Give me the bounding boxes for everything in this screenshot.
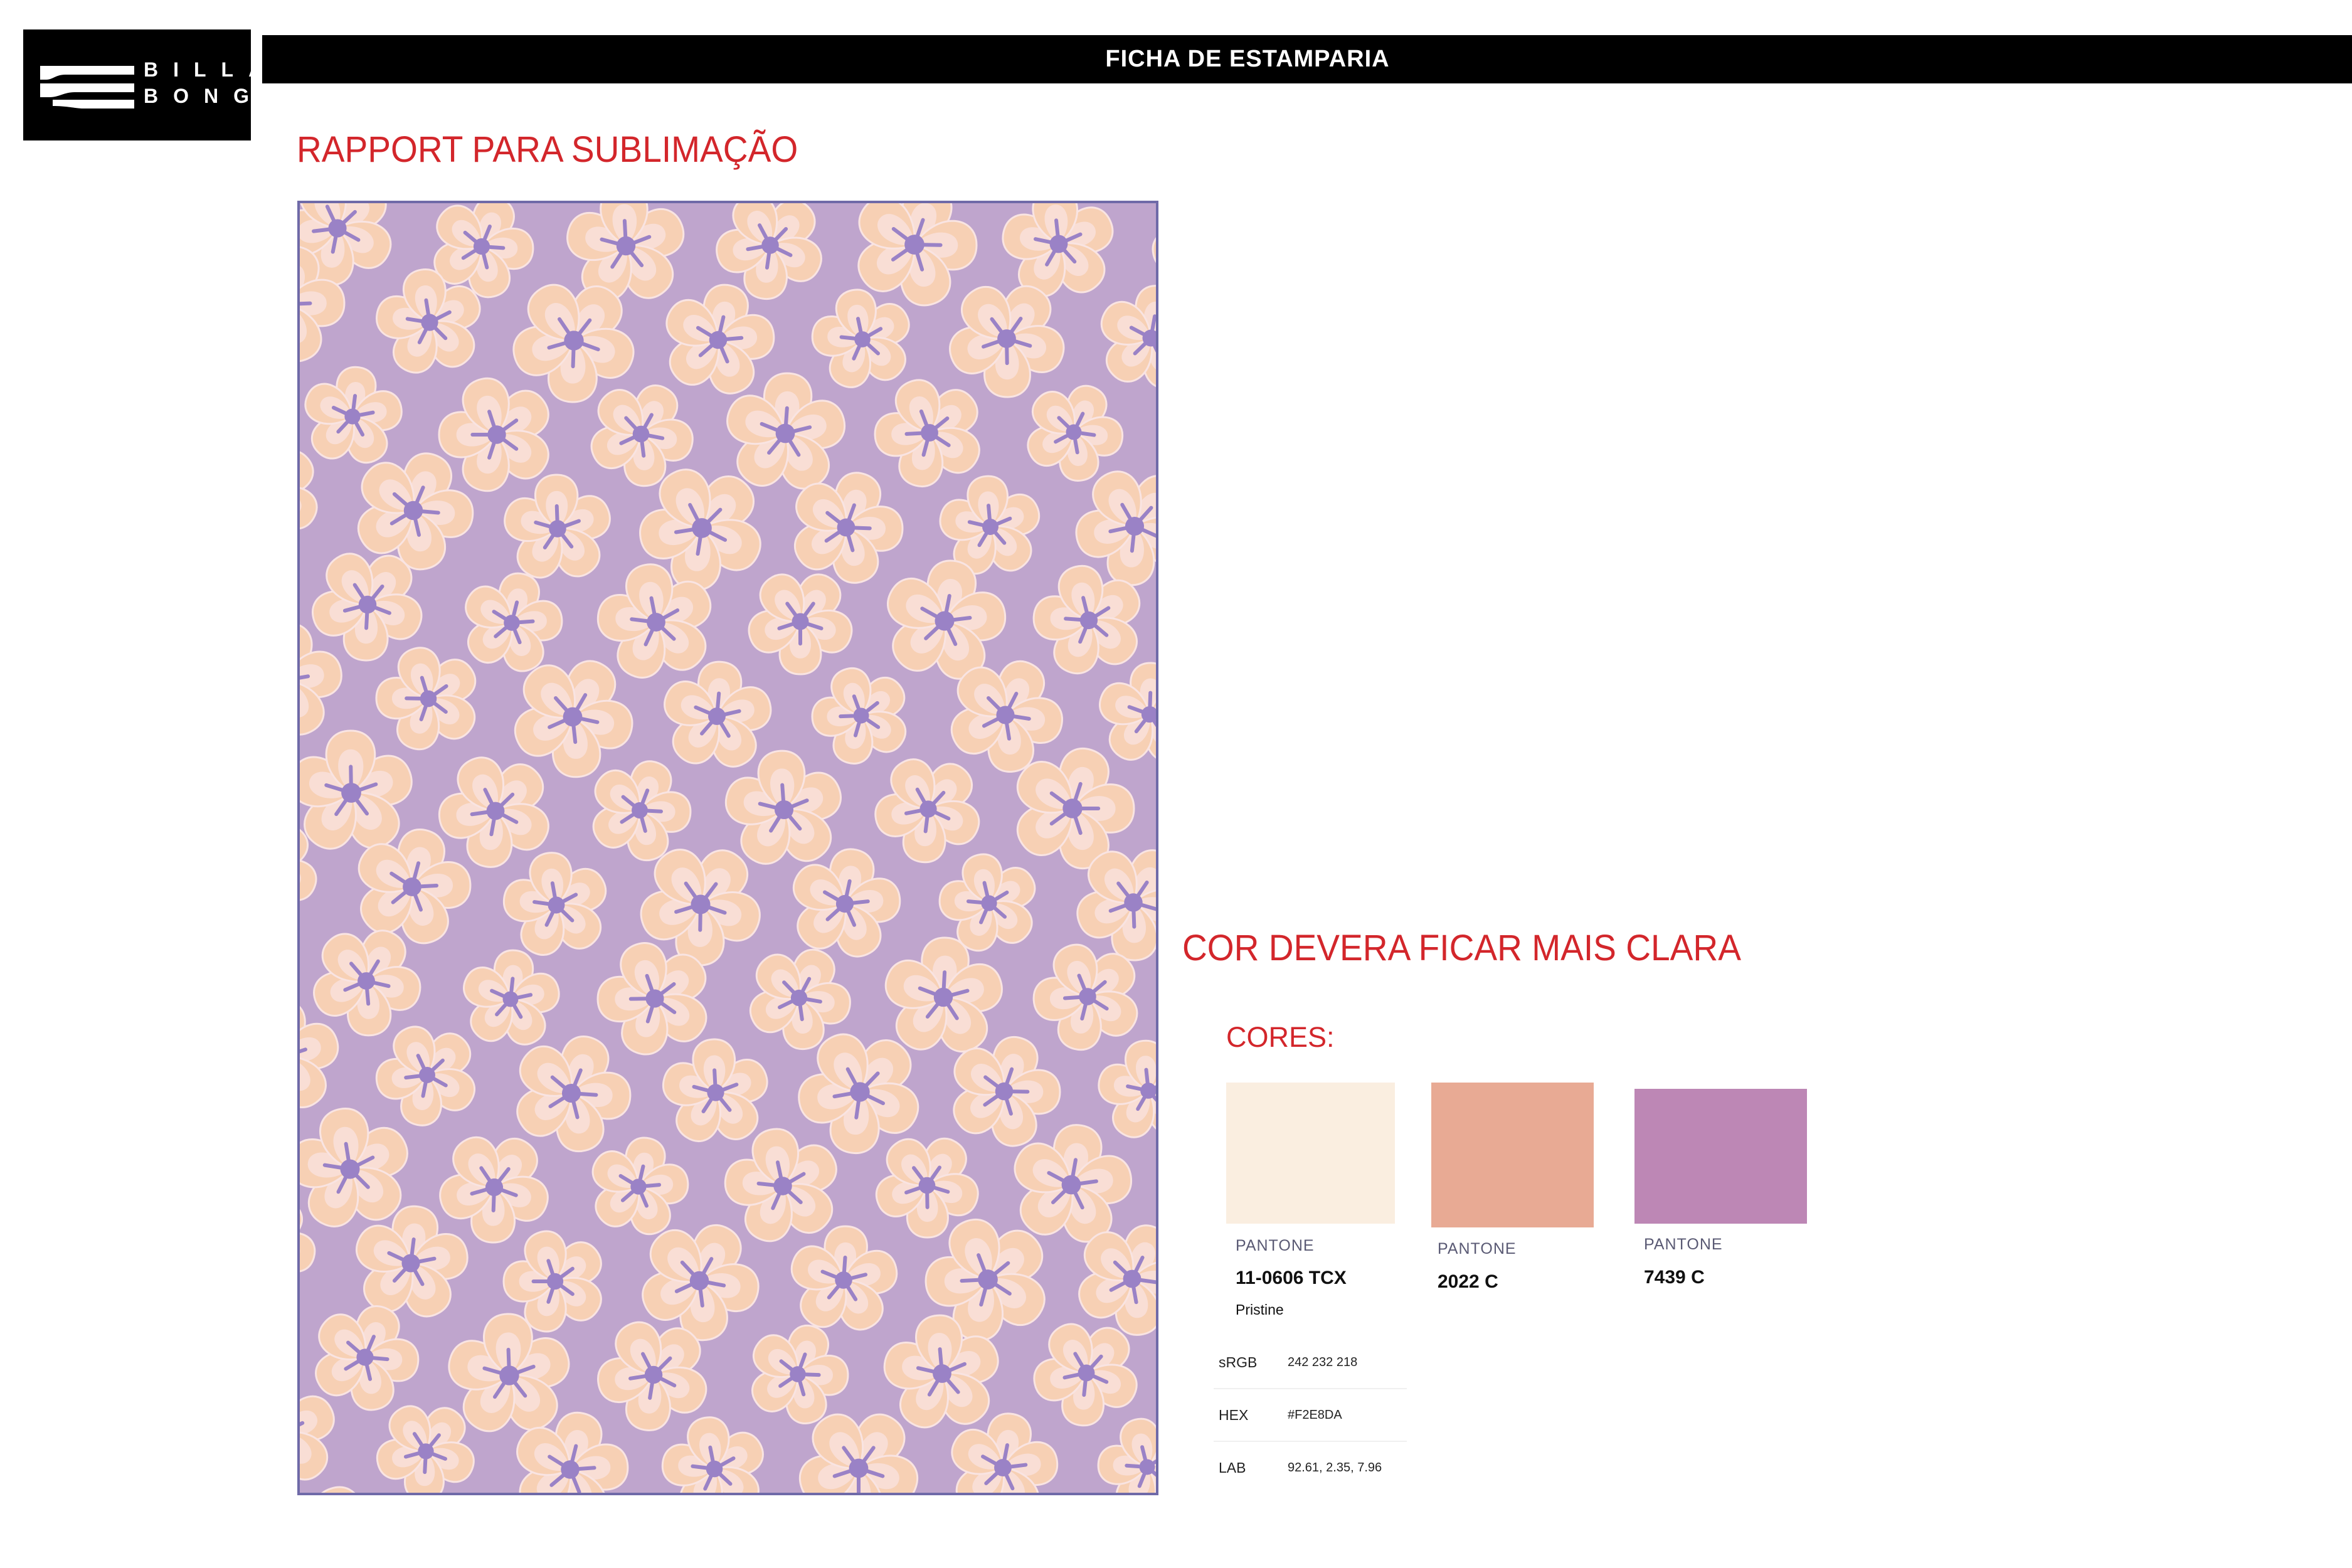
color-note: COR DEVERA FICAR MAIS CLARA — [1182, 928, 1741, 968]
floral-pattern-preview — [297, 201, 1158, 1495]
color-info-value: 242 232 218 — [1288, 1355, 1358, 1369]
color-info-key: HEX — [1219, 1406, 1249, 1423]
color-swatch-3 — [1634, 1089, 1807, 1224]
color-swatch-2 — [1431, 1083, 1594, 1227]
color-info-value: 92.61, 2.35, 7.96 — [1288, 1460, 1382, 1475]
swatch-1-name: Pristine — [1236, 1301, 1284, 1318]
swatch-2-pantone-label: PANTONE — [1438, 1240, 1517, 1258]
billabong-wave-icon — [40, 66, 134, 109]
billabong-logo: BILLA BONG — [23, 29, 263, 140]
swatch-1-code: 11-0606 TCX — [1236, 1268, 1347, 1288]
logo-text-line-1: BILLA — [144, 58, 278, 81]
color-info-row: sRGB 242 232 218 — [1214, 1337, 1407, 1389]
color-info-key: sRGB — [1219, 1353, 1258, 1370]
logo-text-line-2: BONG — [144, 85, 264, 107]
swatch-3-pantone-label: PANTONE — [1644, 1236, 1723, 1253]
swatch-1-pantone-label: PANTONE — [1236, 1237, 1315, 1254]
color-info-key: LAB — [1219, 1459, 1246, 1476]
swatch-2-code: 2022 C — [1438, 1271, 1498, 1292]
swatch-3-code: 7439 C — [1644, 1267, 1705, 1288]
color-info-row: LAB 92.61, 2.35, 7.96 — [1214, 1442, 1407, 1493]
color-swatch-1 — [1226, 1083, 1395, 1224]
header-bar: FICHA DE ESTAMPARIA — [262, 35, 2352, 83]
color-info-table: sRGB 242 232 218 HEX #F2E8DA LAB 92.61, … — [1214, 1337, 1407, 1493]
section-title-rapport: RAPPORT PARA SUBLIMAÇÃO — [297, 129, 798, 170]
color-info-value: #F2E8DA — [1288, 1407, 1342, 1422]
color-info-row: HEX #F2E8DA — [1214, 1389, 1407, 1442]
page-title: FICHA DE ESTAMPARIA — [1105, 46, 1390, 72]
cores-label: CORES: — [1226, 1021, 1335, 1053]
